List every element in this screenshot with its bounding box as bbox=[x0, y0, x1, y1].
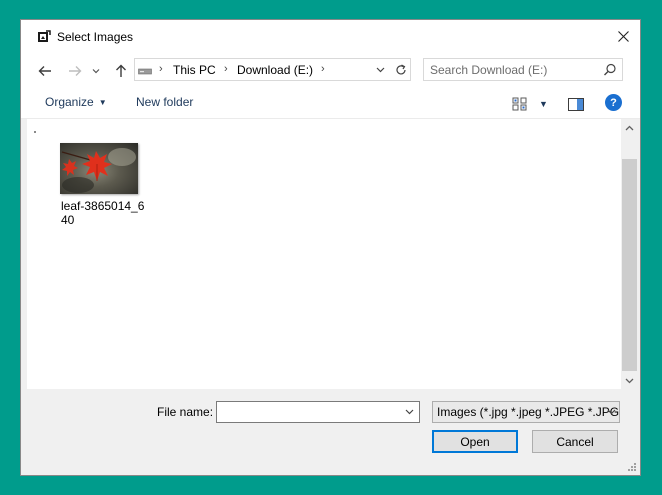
resize-grip-icon[interactable] bbox=[627, 462, 637, 472]
command-bar: Organize ▼ New folder ▼ ? bbox=[21, 89, 640, 119]
up-button[interactable] bbox=[111, 61, 131, 81]
file-type-filter-select[interactable]: Images (*.jpg *.jpeg *.JPEG *.JPG) bbox=[432, 401, 620, 423]
recent-locations-button[interactable] bbox=[89, 61, 103, 81]
preview-pane-button[interactable] bbox=[568, 95, 584, 113]
cancel-button[interactable]: Cancel bbox=[532, 430, 618, 453]
divider-dot bbox=[34, 131, 36, 133]
search-icon bbox=[604, 63, 616, 76]
file-type-dropdown-button[interactable] bbox=[604, 405, 618, 419]
bottom-panel: File name: Images (*.jpg *.jpeg *.JPEG *… bbox=[21, 389, 640, 475]
address-dropdown-button[interactable] bbox=[373, 63, 387, 77]
breadcrumb-download-drive[interactable]: Download (E:) bbox=[237, 63, 313, 77]
chevron-down-icon bbox=[625, 378, 634, 383]
select-images-app-icon bbox=[38, 30, 51, 42]
scroll-down-button[interactable] bbox=[621, 372, 638, 389]
chevron-down-icon bbox=[92, 69, 100, 74]
caret-down-icon: ▼ bbox=[98, 97, 107, 107]
refresh-button[interactable] bbox=[391, 58, 411, 81]
change-view-button[interactable] bbox=[512, 95, 528, 113]
chevron-down-icon bbox=[607, 409, 615, 415]
open-button[interactable]: Open bbox=[432, 430, 518, 453]
new-folder-label: New folder bbox=[136, 95, 194, 109]
file-name-input[interactable] bbox=[216, 401, 420, 423]
forward-arrow-icon bbox=[69, 66, 82, 76]
chevron-up-icon bbox=[625, 125, 634, 130]
refresh-icon bbox=[395, 63, 406, 74]
close-button[interactable] bbox=[606, 20, 640, 53]
up-arrow-icon bbox=[116, 64, 126, 77]
caret-down-icon: ▼ bbox=[539, 99, 548, 109]
new-folder-button[interactable]: New folder bbox=[136, 95, 193, 109]
file-name-text: leaf-3865014_640 bbox=[61, 199, 145, 227]
organize-button[interactable]: Organize ▼ bbox=[45, 95, 107, 109]
title-bar: Select Images bbox=[21, 20, 640, 53]
preview-pane-icon bbox=[568, 97, 584, 111]
scrollbar-thumb[interactable] bbox=[622, 159, 637, 371]
select-images-dialog: Select Images › This PC › Download (E:) … bbox=[20, 19, 641, 476]
file-list-pane[interactable]: leaf-3865014_640 bbox=[27, 119, 621, 389]
window-title: Select Images bbox=[57, 30, 134, 44]
navigation-bar: › This PC › Download (E:) › bbox=[21, 53, 640, 89]
breadcrumb-separator: › bbox=[321, 63, 325, 75]
view-options-dropdown[interactable]: ▼ bbox=[539, 95, 548, 113]
chevron-down-icon bbox=[405, 409, 413, 415]
large-icons-view-icon bbox=[512, 97, 527, 111]
address-bar[interactable]: › This PC › Download (E:) › bbox=[134, 58, 410, 81]
scroll-up-button[interactable] bbox=[621, 119, 638, 136]
breadcrumb-this-pc[interactable]: This PC bbox=[173, 63, 216, 77]
breadcrumb-separator: › bbox=[159, 63, 163, 75]
file-type-filter-value: Images (*.jpg *.jpeg *.JPEG *.JPG) bbox=[437, 405, 620, 419]
drive-icon bbox=[138, 68, 152, 75]
file-item[interactable]: leaf-3865014_640 bbox=[53, 139, 145, 239]
vertical-scrollbar[interactable] bbox=[621, 119, 638, 389]
close-icon bbox=[617, 31, 629, 42]
red-leaf-image bbox=[61, 148, 136, 193]
help-button[interactable]: ? bbox=[605, 94, 622, 111]
file-name-label: File name: bbox=[157, 405, 214, 419]
organize-label: Organize bbox=[45, 95, 94, 109]
back-button[interactable] bbox=[35, 61, 55, 81]
forward-button[interactable] bbox=[65, 61, 85, 81]
search-input[interactable] bbox=[423, 58, 623, 81]
back-arrow-icon bbox=[38, 66, 51, 76]
help-icon: ? bbox=[610, 96, 617, 109]
file-name-dropdown-button[interactable] bbox=[401, 405, 417, 419]
chevron-down-icon bbox=[376, 67, 384, 73]
breadcrumb-separator: › bbox=[224, 63, 228, 75]
image-thumbnail bbox=[60, 143, 138, 194]
